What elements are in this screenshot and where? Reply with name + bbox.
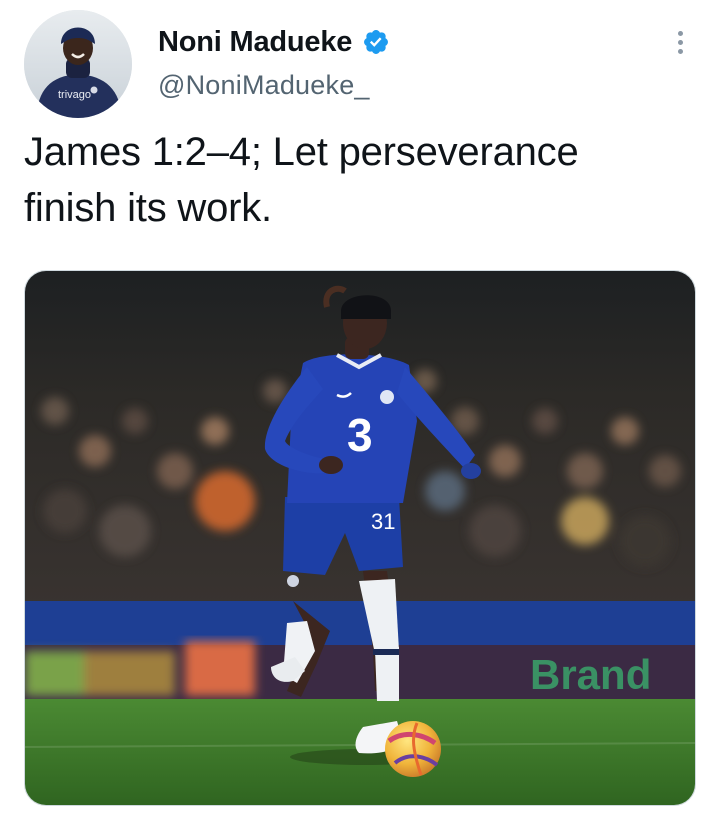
author-avatar[interactable]: trivago	[24, 10, 132, 118]
board-sponsor-text: Brand	[530, 651, 651, 698]
football	[385, 721, 441, 777]
verified-badge-icon	[362, 28, 390, 56]
author-handle[interactable]: @NoniMadueke_	[158, 70, 390, 101]
author-display-name[interactable]: Noni Madueke	[158, 26, 352, 59]
author-name-row: Noni Madueke	[158, 22, 390, 62]
author-block: Noni Madueke @NoniMadueke_	[158, 22, 390, 101]
football-photo: Brand 31 3	[25, 271, 695, 805]
tweet-text-line-2: finish its work.	[24, 186, 272, 230]
more-options-icon[interactable]	[664, 26, 696, 58]
shirt-sponsor-mark: 3	[347, 409, 373, 461]
shorts-number: 31	[371, 509, 395, 534]
tweet-media-photo[interactable]: Brand 31 3	[24, 270, 696, 806]
tweet-text: James 1:2–4; Let perseverance finish its…	[24, 124, 696, 236]
tweet-text-line-1: James 1:2–4; Let perseverance	[24, 130, 579, 174]
avatar-shirt-text: trivago	[58, 89, 91, 101]
tweet-card: trivago Noni Madueke @NoniMadueke_ James…	[0, 0, 720, 818]
avatar-photo: trivago	[24, 10, 132, 118]
